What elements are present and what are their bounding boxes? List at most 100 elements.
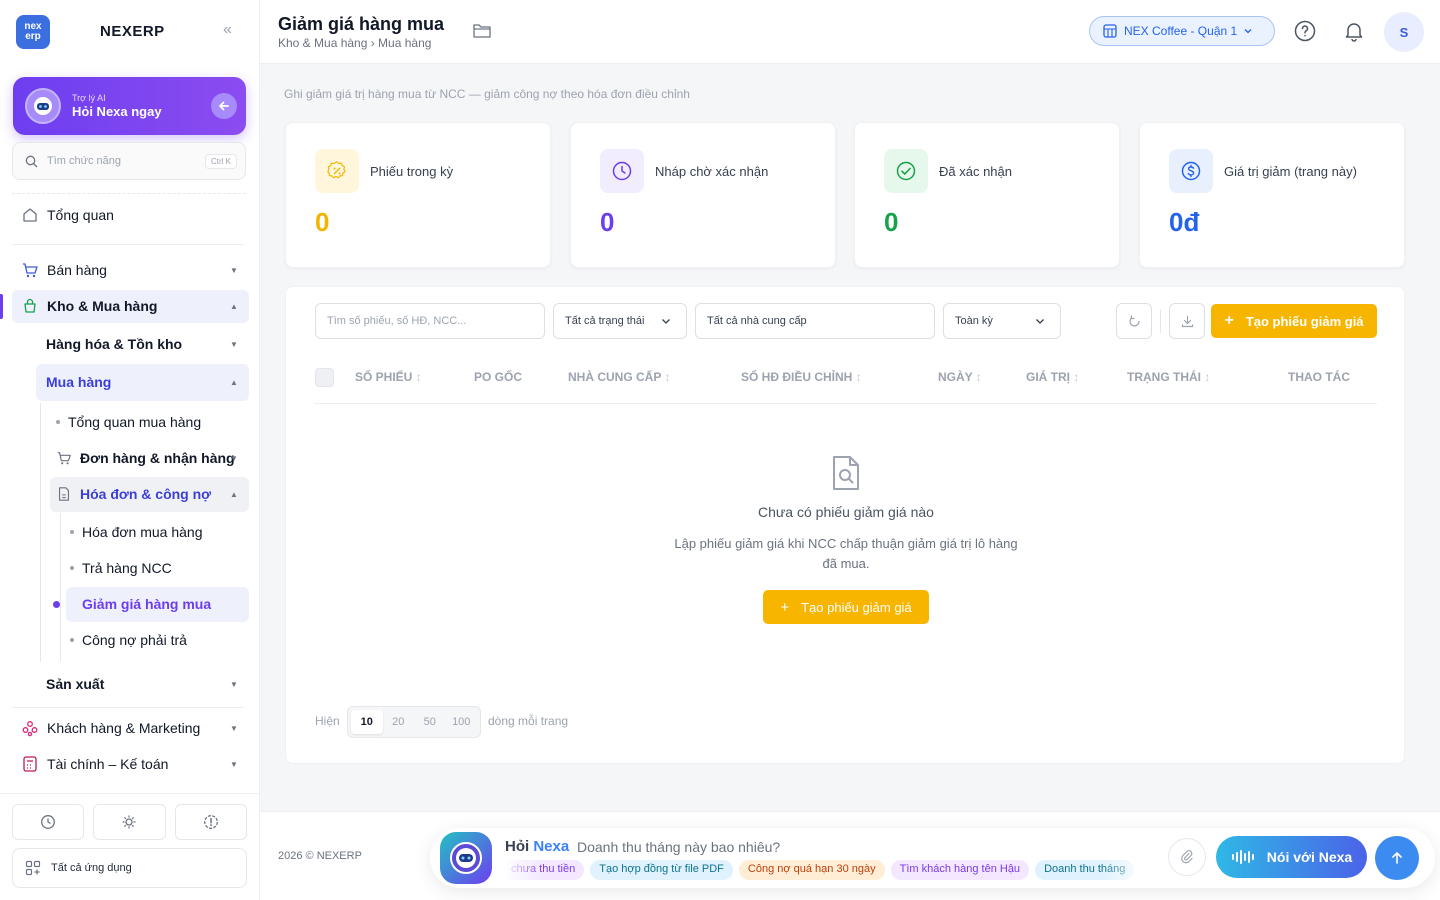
chevron-down-icon: ▼ <box>230 339 238 349</box>
clock-icon <box>41 815 56 829</box>
talk-to-nexa-button[interactable]: Nói với Nexa <box>1216 836 1367 878</box>
pagination-label: Hiện <box>315 714 340 728</box>
sidebar-item-goods[interactable]: Hàng hóa & Tồn kho ▼ <box>0 335 259 353</box>
suggestion-chip[interactable]: Tạo hợp đồng từ file PDF <box>590 860 733 880</box>
voice-wave-icon <box>1231 850 1254 864</box>
sidebar-item-production[interactable]: Sản xuất ▼ <box>0 675 259 693</box>
suggestion-chips: chưa thu tiền Tạo hợp đồng từ file PDF C… <box>502 860 1152 880</box>
suggestion-chip[interactable]: Tìm khách hàng tên Hậu <box>890 860 1030 880</box>
collapse-sidebar-icon[interactable]: « <box>223 22 232 38</box>
suggestion-chip[interactable]: Doanh thu tháng <box>1035 860 1135 880</box>
column-label: NHÀ CUNG CẤP <box>568 370 662 384</box>
search-icon <box>25 155 38 168</box>
column-label: NGÀY <box>938 370 973 384</box>
sort-icon: ↕ <box>1204 370 1211 384</box>
arrow-left-icon[interactable] <box>211 93 237 119</box>
nexa-assistant-bar: Hỏi Nexa Doanh thu tháng này bao nhiêu? … <box>430 828 1435 888</box>
column-header-number[interactable]: SỐ PHIẾU ↕ <box>355 370 422 384</box>
column-header-supplier[interactable]: NHÀ CUNG CẤP ↕ <box>568 370 670 384</box>
sidebar-item-label: Trả hàng NCC <box>82 560 172 576</box>
plus-icon: + <box>1224 312 1234 329</box>
function-search[interactable]: Tìm chức năng Ctrl K <box>12 142 246 180</box>
stat-value: 0 <box>884 207 899 237</box>
bell-icon[interactable] <box>1342 19 1366 43</box>
theme-button[interactable] <box>93 804 166 840</box>
help-icon[interactable] <box>1293 19 1317 43</box>
export-button[interactable] <box>1169 303 1205 339</box>
chevron-up-icon: ▲ <box>230 489 238 499</box>
nexa-prefix: Hỏi <box>505 838 530 855</box>
nexa-avatar-icon[interactable] <box>440 832 492 884</box>
suggestion-chip[interactable]: Công nợ quá hạn 30 ngày <box>738 860 885 880</box>
sidebar-item-purchase-invoices[interactable]: Hóa đơn mua hàng <box>0 523 259 541</box>
column-header-status[interactable]: TRẠNG THÁI ↕ <box>1127 370 1210 384</box>
sidebar-item-label: Đơn hàng & nhận hàng <box>80 450 235 466</box>
sidebar-item-overview[interactable]: Tổng quan <box>0 206 259 224</box>
attach-button[interactable] <box>1168 838 1206 876</box>
ask-nexa-card[interactable]: Trợ lý AI Hỏi Nexa ngay <box>13 77 246 135</box>
sort-icon: ↕ <box>1073 370 1080 384</box>
sort-icon: ↕ <box>975 370 982 384</box>
column-header-value[interactable]: GIÁ TRỊ ↕ <box>1026 370 1079 384</box>
sidebar-item-crm[interactable]: Khách hàng & Marketing ▼ <box>0 719 259 737</box>
sidebar-item-warehouse[interactable]: Kho & Mua hàng ▲ <box>0 297 259 315</box>
sidebar-item-sales[interactable]: Bán hàng ▼ <box>0 261 259 279</box>
page-size-option[interactable]: 50 <box>414 710 446 734</box>
sidebar-item-discounts[interactable]: Giảm giá hàng mua <box>0 595 259 613</box>
arrow-up-icon <box>1392 852 1402 864</box>
period-filter[interactable]: Toàn kỳ <box>943 303 1061 339</box>
create-discount-label: Tạo phiếu giảm giá <box>1245 313 1364 329</box>
clock-icon <box>600 149 644 193</box>
avatar[interactable]: S <box>1384 12 1424 52</box>
copyright: 2026 © NEXERP <box>278 850 362 862</box>
status-filter[interactable]: Tất cả trạng thái <box>553 303 687 339</box>
home-icon <box>23 208 37 222</box>
supplier-filter[interactable]: Tất cả nhà cung cấp <box>695 303 935 339</box>
nexerp-logo: nex erp <box>16 15 50 49</box>
sidebar-item-label: Giảm giá hàng mua <box>82 596 212 612</box>
search-placeholder: Tìm số phiếu, số HĐ, NCC... <box>327 315 467 327</box>
sidebar-item-purchasing[interactable]: Mua hàng ▲ <box>0 373 259 391</box>
divider <box>12 244 244 245</box>
nexa-prompt-input[interactable]: Doanh thu tháng này bao nhiêu? <box>577 839 780 855</box>
sidebar-item-label: Tài chính – Kế toán <box>47 756 169 772</box>
sidebar-item-orders[interactable]: Đơn hàng & nhận hàng ▼ <box>0 449 259 467</box>
select-all-checkbox[interactable] <box>315 368 334 387</box>
folder-icon[interactable] <box>472 22 492 40</box>
sidebar-item-purchase-overview[interactable]: Tổng quan mua hàng <box>0 413 259 431</box>
document-icon <box>58 487 70 501</box>
document-search-icon <box>833 456 859 490</box>
calculator-icon <box>23 756 37 772</box>
send-button[interactable] <box>1375 836 1419 880</box>
store-selector[interactable]: NEX Coffee - Quận 1 <box>1089 16 1275 46</box>
column-header-invoice[interactable]: SỐ HĐ ĐIỀU CHỈNH ↕ <box>741 370 862 384</box>
sidebar-item-finance[interactable]: Tài chính – Kế toán ▼ <box>0 755 259 773</box>
sidebar-quick-buttons <box>12 804 247 840</box>
all-apps-button[interactable]: Tất cả ứng dụng <box>12 848 247 888</box>
chevron-down-icon: ▼ <box>230 265 238 275</box>
sidebar-item-label: Tổng quan mua hàng <box>68 414 202 430</box>
page-size-option[interactable]: 20 <box>383 710 415 734</box>
breadcrumb[interactable]: Kho & Mua hàng › Mua hàng <box>278 36 431 50</box>
sidebar-item-label: Tổng quan <box>47 207 114 223</box>
column-label: THAO TÁC <box>1288 370 1350 384</box>
footer: 2026 © NEXERP Hỏi Nexa Doanh thu tháng n… <box>260 811 1440 900</box>
page-size-option[interactable]: 100 <box>446 710 478 734</box>
empty-state-description: Lập phiếu giảm giá khi NCC chấp thuận gi… <box>674 536 1018 571</box>
sidebar-item-returns[interactable]: Trả hàng NCC <box>0 559 259 577</box>
history-button[interactable] <box>12 804 85 840</box>
sidebar-item-invoices[interactable]: Hóa đơn & công nợ ▲ <box>0 485 259 503</box>
column-header-date[interactable]: NGÀY ↕ <box>938 370 982 384</box>
sidebar-item-payables[interactable]: Công nợ phải trả <box>0 631 259 649</box>
refresh-button[interactable] <box>1116 303 1152 339</box>
divider <box>12 707 244 708</box>
create-discount-button[interactable]: + Tạo phiếu giảm giá <box>1211 304 1377 338</box>
brand[interactable]: nex erp NEXERP <box>16 15 164 49</box>
discount-search-input[interactable]: Tìm số phiếu, số HĐ, NCC... <box>315 303 545 339</box>
page-size-option[interactable]: 10 <box>351 710 383 734</box>
suggestion-chip[interactable]: chưa thu tiền <box>502 860 585 880</box>
alert-button[interactable] <box>174 804 247 840</box>
sidebar-item-label: Kho & Mua hàng <box>47 298 158 314</box>
bag-icon <box>24 298 36 313</box>
empty-create-discount-button[interactable]: + Tạo phiếu giảm giá <box>763 590 929 624</box>
